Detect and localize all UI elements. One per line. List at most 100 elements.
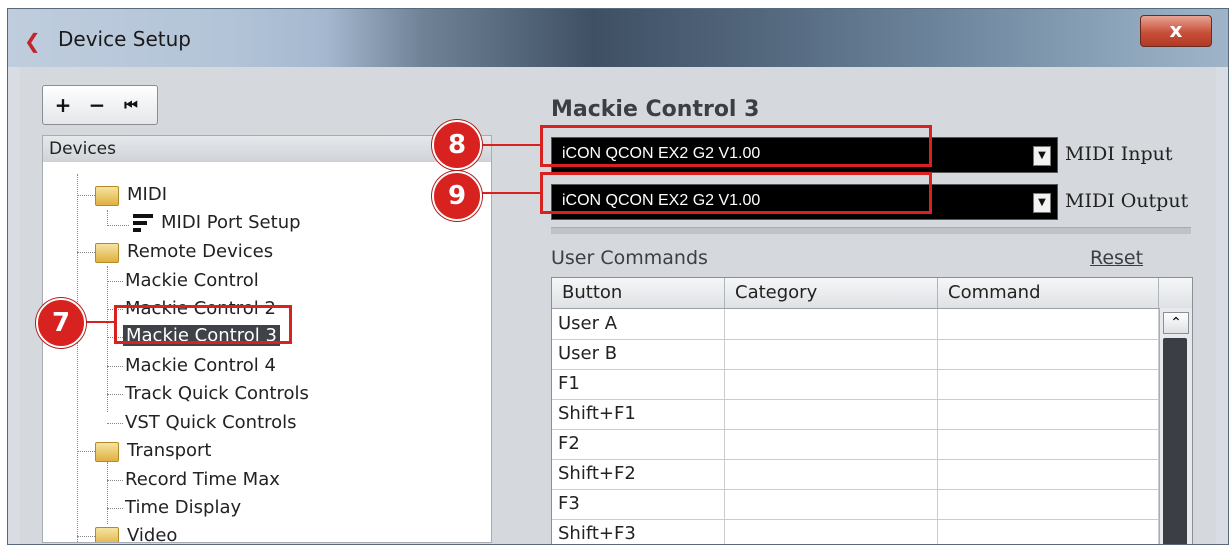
callout-badge-9: 9 xyxy=(432,171,482,221)
tree-item-midi[interactable]: MIDI xyxy=(43,184,483,212)
tree-connector xyxy=(107,394,123,395)
table-scrollbar[interactable]: ⌃ xyxy=(1159,308,1192,544)
midi-output-label: MIDI Output xyxy=(1065,190,1189,212)
category-cell[interactable] xyxy=(725,309,938,339)
table-row[interactable]: Shift+F2 xyxy=(552,459,1159,490)
callout-connector xyxy=(82,321,116,323)
category-cell[interactable] xyxy=(725,399,938,429)
command-cell[interactable] xyxy=(938,369,1159,399)
folder-icon xyxy=(95,442,119,462)
button-cell-text: User B xyxy=(558,343,618,364)
table-row[interactable]: F2 xyxy=(552,429,1159,460)
tree-item-time-display[interactable]: Time Display xyxy=(43,497,483,525)
table-row[interactable]: Shift+F3 xyxy=(552,519,1159,544)
tree-item-label: Mackie Control 4 xyxy=(125,355,276,376)
midi-port-icon xyxy=(133,214,153,234)
tree-item-label: Video xyxy=(127,525,178,543)
button-cell[interactable]: Shift+F2 xyxy=(552,459,725,489)
section-divider xyxy=(551,227,1191,234)
highlight-box-midi-input xyxy=(540,125,932,167)
button-cell-text: F1 xyxy=(558,373,580,394)
tree-item-label: Remote Devices xyxy=(127,241,274,262)
scroll-thumb[interactable] xyxy=(1163,338,1187,544)
callout-badge-8: 8 xyxy=(432,120,482,170)
scroll-up-icon[interactable]: ⌃ xyxy=(1163,312,1189,334)
button-cell-text: Shift+F1 xyxy=(558,403,636,424)
tree-item-midi-port-setup[interactable]: MIDI Port Setup xyxy=(43,212,483,240)
button-cell-text: F3 xyxy=(558,493,580,514)
tree-item-transport[interactable]: Transport xyxy=(43,440,483,468)
command-cell[interactable] xyxy=(938,339,1159,369)
category-cell[interactable] xyxy=(725,339,938,369)
table-header: Button Category Command xyxy=(552,278,1192,309)
tree-item-label: VST Quick Controls xyxy=(125,412,297,433)
device-setup-window: ❮ Device Setup x + − ⏮ Devices MIDI MIDI… xyxy=(7,8,1229,545)
tree-item-video[interactable]: Video xyxy=(43,525,483,543)
button-cell-text: F2 xyxy=(558,433,580,454)
button-cell[interactable]: Shift+F1 xyxy=(552,399,725,429)
table-row[interactable]: F3 xyxy=(552,489,1159,520)
command-cell[interactable] xyxy=(938,459,1159,489)
user-commands-table: Button Category Command User A User B F1 xyxy=(551,277,1193,544)
tree-connector xyxy=(77,451,95,452)
button-cell-text: Shift+F2 xyxy=(558,463,636,484)
tree-item-mackie-control-4[interactable]: Mackie Control 4 xyxy=(43,355,483,383)
tree-item-mackie-control[interactable]: Mackie Control xyxy=(43,270,483,298)
dropdown-arrow-icon[interactable]: ▼ xyxy=(1033,146,1051,166)
button-cell-text: User A xyxy=(558,313,618,334)
command-cell[interactable] xyxy=(938,399,1159,429)
reset-link[interactable]: Reset xyxy=(1090,247,1143,269)
title-bar[interactable]: ❮ Device Setup x xyxy=(8,9,1228,67)
devices-tree[interactable]: MIDI MIDI Port Setup Remote Devices Mack… xyxy=(42,162,492,543)
category-cell[interactable] xyxy=(725,489,938,519)
button-cell[interactable]: F2 xyxy=(552,429,725,459)
tree-item-label: Transport xyxy=(127,440,212,461)
column-header-category[interactable]: Category xyxy=(725,278,938,308)
table-row[interactable]: F1 xyxy=(552,369,1159,400)
tree-connector xyxy=(77,195,95,196)
remove-device-button[interactable]: − xyxy=(85,92,109,118)
tree-connector xyxy=(77,252,95,253)
table-row[interactable]: User A xyxy=(552,309,1159,340)
device-toolbar: + − ⏮ xyxy=(42,85,158,125)
tree-connector xyxy=(107,225,129,226)
table-row[interactable]: User B xyxy=(552,339,1159,370)
add-device-button[interactable]: + xyxy=(51,92,75,118)
command-cell[interactable] xyxy=(938,309,1159,339)
table-row[interactable]: Shift+F1 xyxy=(552,399,1159,430)
command-cell[interactable] xyxy=(938,489,1159,519)
folder-icon xyxy=(95,527,119,542)
command-cell[interactable] xyxy=(938,519,1159,544)
button-cell[interactable]: User A xyxy=(552,309,725,339)
tree-item-track-quick-controls[interactable]: Track Quick Controls xyxy=(43,383,483,411)
tree-item-vst-quick-controls[interactable]: VST Quick Controls xyxy=(43,412,483,440)
tree-item-label: Mackie Control xyxy=(125,270,259,291)
tree-item-remote-devices[interactable]: Remote Devices xyxy=(43,241,483,269)
tree-connector xyxy=(77,536,95,537)
reset-device-button[interactable]: ⏮ xyxy=(119,92,143,118)
tree-item-record-time-max[interactable]: Record Time Max xyxy=(43,469,483,497)
devices-header: Devices xyxy=(42,135,492,163)
category-cell[interactable] xyxy=(725,429,938,459)
tree-connector xyxy=(107,281,123,282)
dropdown-arrow-icon[interactable]: ▼ xyxy=(1033,193,1051,213)
button-cell[interactable]: F3 xyxy=(552,489,725,519)
button-cell[interactable]: Shift+F3 xyxy=(552,519,725,544)
column-header-label: Category xyxy=(735,282,818,303)
column-header-button[interactable]: Button xyxy=(552,278,725,308)
close-button[interactable]: x xyxy=(1140,15,1212,47)
category-cell[interactable] xyxy=(725,369,938,399)
column-header-command[interactable]: Command xyxy=(938,278,1159,308)
device-title: Mackie Control 3 xyxy=(551,97,760,122)
window-title: Device Setup xyxy=(58,27,191,51)
category-cell[interactable] xyxy=(725,459,938,489)
tree-connector xyxy=(107,366,123,367)
folder-icon xyxy=(95,243,119,263)
category-cell[interactable] xyxy=(725,519,938,544)
devices-header-label: Devices xyxy=(49,139,116,159)
button-cell[interactable]: User B xyxy=(552,339,725,369)
column-header-label: Button xyxy=(562,282,623,303)
tree-connector xyxy=(107,480,123,481)
command-cell[interactable] xyxy=(938,429,1159,459)
button-cell[interactable]: F1 xyxy=(552,369,725,399)
